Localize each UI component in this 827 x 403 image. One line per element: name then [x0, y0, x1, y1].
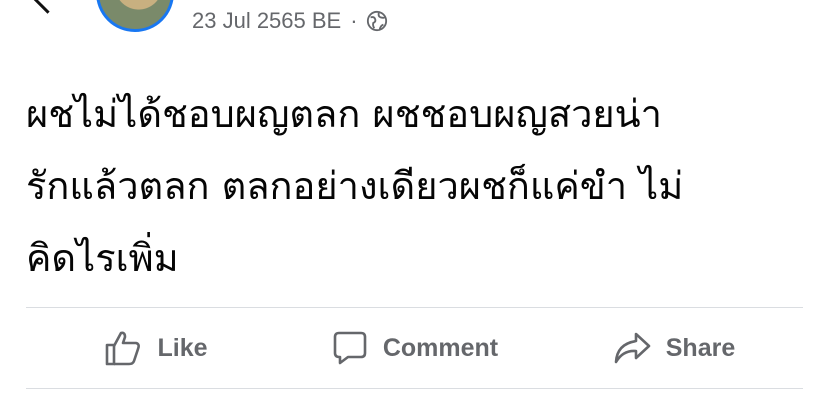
like-label: Like — [157, 333, 208, 362]
post-text: ผชไม่ได้ชอบผญตลก ผชชอบผญสวยน่า รักแล้วตล… — [26, 78, 806, 294]
share-label: Share — [665, 333, 736, 362]
globe-icon[interactable] — [366, 10, 388, 32]
action-bar: Like Comment Share — [26, 308, 803, 388]
avatar[interactable] — [96, 0, 174, 32]
post-timestamp[interactable]: 23 Jul 2565 BE — [192, 8, 341, 34]
post-text-line: คิดไรเพิ่ม — [26, 236, 179, 280]
thumbs-up-icon — [106, 331, 141, 366]
meta-separator: · — [350, 8, 358, 33]
post-text-line: รักแล้วตลก ตลกอย่างเดียวผชก็แค่ขำ ไม่ — [26, 164, 684, 208]
comment-icon — [333, 331, 367, 365]
post-meta: 23 Jul 2565 BE · — [192, 6, 388, 36]
back-chevron-icon[interactable] — [31, 0, 64, 14]
divider — [26, 388, 803, 389]
comment-button[interactable]: Comment — [285, 308, 544, 388]
share-button[interactable]: Share — [544, 308, 803, 388]
like-button[interactable]: Like — [26, 308, 285, 388]
comment-label: Comment — [382, 333, 499, 362]
share-icon — [614, 332, 651, 364]
post-text-line: ผชไม่ได้ชอบผญตลก ผชชอบผญสวยน่า — [26, 92, 662, 136]
facebook-post: 23 Jul 2565 BE · ผชไม่ได้ชอบผญตลก ผชชอบผ… — [0, 0, 827, 403]
